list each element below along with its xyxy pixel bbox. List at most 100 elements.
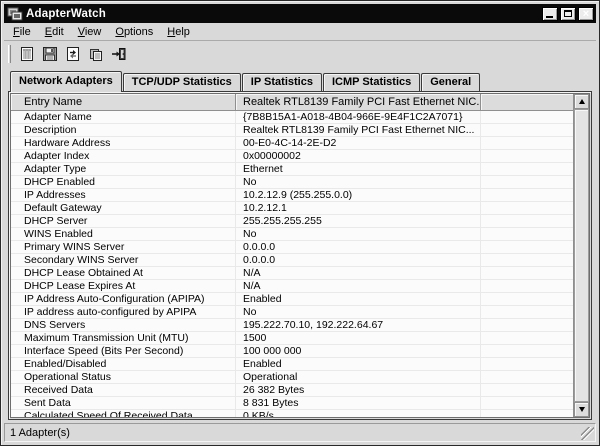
entry-name-cell: Enabled/Disabled xyxy=(11,358,236,370)
menu-item-edit[interactable]: Edit xyxy=(38,24,71,40)
vertical-scrollbar[interactable] xyxy=(573,94,589,417)
entry-name-cell: DNS Servers xyxy=(11,319,236,331)
table-row[interactable]: DescriptionRealtek RTL8139 Family PCI Fa… xyxy=(11,124,573,137)
tab-ip-statistics[interactable]: IP Statistics xyxy=(242,73,322,91)
table-row[interactable]: Received Data26 382 Bytes xyxy=(11,384,573,397)
table-row[interactable]: DHCP Server255.255.255.255 xyxy=(11,215,573,228)
table-row[interactable]: Interface Speed (Bits Per Second)100 000… xyxy=(11,345,573,358)
entry-name-cell: DHCP Server xyxy=(11,215,236,227)
save-button[interactable] xyxy=(38,43,61,65)
table-row[interactable]: Hardware Address00-E0-4C-14-2E-D2 xyxy=(11,137,573,150)
table-row[interactable]: WINS EnabledNo xyxy=(11,228,573,241)
entry-value-cell: {7B8B15A1-A018-4B04-966E-9E4F1C2A7071} xyxy=(236,111,481,123)
table-row[interactable]: Default Gateway10.2.12.1 xyxy=(11,202,573,215)
table-row[interactable]: Enabled/DisabledEnabled xyxy=(11,358,573,371)
column-header-filler xyxy=(481,94,573,111)
tab-general[interactable]: General xyxy=(421,73,480,91)
entry-value-cell: Realtek RTL8139 Family PCI Fast Ethernet… xyxy=(236,124,481,136)
table-row[interactable]: Secondary WINS Server0.0.0.0 xyxy=(11,254,573,267)
table-row[interactable]: Operational StatusOperational xyxy=(11,371,573,384)
report-button[interactable] xyxy=(15,43,38,65)
menu-item-help[interactable]: Help xyxy=(160,24,197,40)
menu-bar: FileEditViewOptionsHelp xyxy=(4,23,596,41)
entry-value-cell: 255.255.255.255 xyxy=(236,215,481,227)
entry-value-cell: 195.222.70.10, 192.222.64.67 xyxy=(236,319,481,331)
tab-tcp-udp-statistics[interactable]: TCP/UDP Statistics xyxy=(123,73,241,91)
minimize-button[interactable] xyxy=(542,7,558,21)
table-row[interactable]: Adapter TypeEthernet xyxy=(11,163,573,176)
entry-name-cell: Primary WINS Server xyxy=(11,241,236,253)
maximize-button[interactable] xyxy=(560,7,576,21)
entry-name-cell: WINS Enabled xyxy=(11,228,236,240)
tab-network-adapters[interactable]: Network Adapters xyxy=(10,71,122,92)
entry-value-cell: 00-E0-4C-14-2E-D2 xyxy=(236,137,481,149)
entry-value-cell: No xyxy=(236,176,481,188)
menu-item-file[interactable]: File xyxy=(6,24,38,40)
table-row[interactable]: DHCP EnabledNo xyxy=(11,176,573,189)
table-row[interactable]: Sent Data8 831 Bytes xyxy=(11,397,573,410)
column-header-adapter-value[interactable]: Realtek RTL8139 Family PCI Fast Ethernet… xyxy=(236,94,481,111)
close-button[interactable]: × xyxy=(578,7,594,21)
menu-item-view[interactable]: View xyxy=(71,24,109,40)
report-icon xyxy=(19,46,35,62)
tab-strip: Network AdaptersTCP/UDP StatisticsIP Sta… xyxy=(8,69,592,91)
entry-value-cell: 0x00000002 xyxy=(236,150,481,162)
entry-name-cell: DHCP Lease Obtained At xyxy=(11,267,236,279)
resize-grip[interactable] xyxy=(581,427,594,440)
entry-name-cell: Adapter Name xyxy=(11,111,236,123)
entry-value-cell: Enabled xyxy=(236,358,481,370)
list-body: Adapter Name{7B8B15A1-A018-4B04-966E-9E4… xyxy=(11,111,573,417)
entry-value-cell: 0.0.0.0 xyxy=(236,241,481,253)
scrollbar-thumb[interactable] xyxy=(574,109,589,402)
menu-item-options[interactable]: Options xyxy=(108,24,160,40)
entry-value-cell: 0 KB/s xyxy=(236,410,481,417)
toolbar-gripper xyxy=(8,45,11,63)
entry-name-cell: Operational Status xyxy=(11,371,236,383)
table-row[interactable]: IP Addresses10.2.12.9 (255.255.0.0) xyxy=(11,189,573,202)
entry-name-cell: Default Gateway xyxy=(11,202,236,214)
table-row[interactable]: IP address auto-configured by APIPANo xyxy=(11,306,573,319)
entry-value-cell: Ethernet xyxy=(236,163,481,175)
exit-icon xyxy=(111,46,127,62)
table-row[interactable]: IP Address Auto-Configuration (APIPA)Ena… xyxy=(11,293,573,306)
entry-name-cell: Adapter Index xyxy=(11,150,236,162)
scroll-down-button[interactable] xyxy=(574,402,589,417)
entry-name-cell: Secondary WINS Server xyxy=(11,254,236,266)
tab-control: Network AdaptersTCP/UDP StatisticsIP Sta… xyxy=(4,67,596,420)
adapter-properties-list: Entry Name Realtek RTL8139 Family PCI Fa… xyxy=(10,93,590,418)
entry-value-cell: 1500 xyxy=(236,332,481,344)
entry-value-cell: Operational xyxy=(236,371,481,383)
table-row[interactable]: DNS Servers195.222.70.10, 192.222.64.67 xyxy=(11,319,573,332)
tab-page-network-adapters: Entry Name Realtek RTL8139 Family PCI Fa… xyxy=(8,91,592,420)
table-row[interactable]: DHCP Lease Obtained AtN/A xyxy=(11,267,573,280)
refresh-button[interactable] xyxy=(61,43,84,65)
entry-name-cell: DHCP Enabled xyxy=(11,176,236,188)
entry-value-cell: N/A xyxy=(236,267,481,279)
tab-icmp-statistics[interactable]: ICMP Statistics xyxy=(323,73,420,91)
save-icon xyxy=(42,46,58,62)
entry-name-cell: DHCP Lease Expires At xyxy=(11,280,236,292)
entry-value-cell: No xyxy=(236,228,481,240)
entry-value-cell: 10.2.12.1 xyxy=(236,202,481,214)
table-row[interactable]: Maximum Transmission Unit (MTU)1500 xyxy=(11,332,573,345)
entry-value-cell: N/A xyxy=(236,280,481,292)
maximize-icon xyxy=(564,10,572,17)
scroll-up-button[interactable] xyxy=(574,94,589,109)
entry-value-cell: 8 831 Bytes xyxy=(236,397,481,409)
table-row[interactable]: Primary WINS Server0.0.0.0 xyxy=(11,241,573,254)
copy-icon xyxy=(88,46,104,62)
table-row[interactable]: Adapter Index0x00000002 xyxy=(11,150,573,163)
entry-name-cell: Description xyxy=(11,124,236,136)
list-header: Entry Name Realtek RTL8139 Family PCI Fa… xyxy=(11,94,573,111)
entry-name-cell: Interface Speed (Bits Per Second) xyxy=(11,345,236,357)
entry-name-cell: Hardware Address xyxy=(11,137,236,149)
table-row[interactable]: Calculated Speed Of Received Data0 KB/s xyxy=(11,410,573,417)
close-icon: × xyxy=(583,9,589,19)
table-row[interactable]: DHCP Lease Expires AtN/A xyxy=(11,280,573,293)
table-row[interactable]: Adapter Name{7B8B15A1-A018-4B04-966E-9E4… xyxy=(11,111,573,124)
column-header-entry-name[interactable]: Entry Name xyxy=(11,94,236,111)
status-text: 1 Adapter(s) xyxy=(10,427,70,439)
entry-name-cell: IP address auto-configured by APIPA xyxy=(11,306,236,318)
exit-button[interactable] xyxy=(107,43,130,65)
copy-button[interactable] xyxy=(84,43,107,65)
